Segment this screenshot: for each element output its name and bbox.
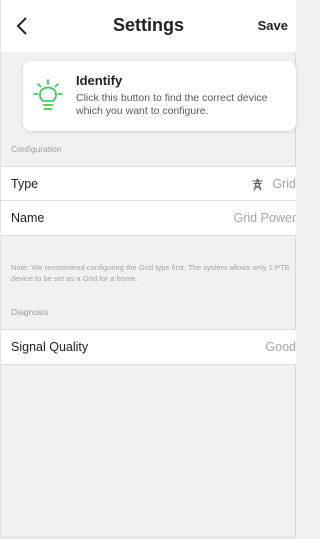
lightbulb-icon xyxy=(33,79,63,110)
transmission-tower-icon xyxy=(252,177,263,191)
diagnosis-section-label: Diagnosis xyxy=(11,307,49,317)
name-value: Grid Power xyxy=(233,211,296,225)
name-row[interactable]: Name Grid Power xyxy=(1,201,296,235)
type-label: Type xyxy=(11,177,39,191)
settings-screen: Settings Save Identify Click this button… xyxy=(0,0,296,539)
save-button[interactable]: Save xyxy=(258,18,288,33)
diagnosis-list: Signal Quality Good xyxy=(1,329,296,365)
signal-quality-label: Signal Quality xyxy=(11,340,89,354)
configuration-section-label: Configuration xyxy=(11,144,62,154)
signal-quality-row: Signal Quality Good xyxy=(1,330,296,364)
type-value: Grid xyxy=(272,177,296,191)
signal-quality-value: Good xyxy=(265,340,296,354)
type-row[interactable]: Type Grid xyxy=(1,167,296,201)
top-bar: Settings Save xyxy=(1,0,296,52)
configuration-list: Type Grid Name Grid Power xyxy=(1,166,296,236)
identify-button[interactable]: Identify Click this button to find the c… xyxy=(23,61,296,131)
identify-description: Click this button to find the correct de… xyxy=(76,92,268,117)
identify-title: Identify xyxy=(76,73,123,88)
page-title: Settings xyxy=(112,15,184,35)
name-label: Name xyxy=(11,211,45,225)
grid-type-note: Note: We recommend configuring the Grid … xyxy=(11,263,290,283)
